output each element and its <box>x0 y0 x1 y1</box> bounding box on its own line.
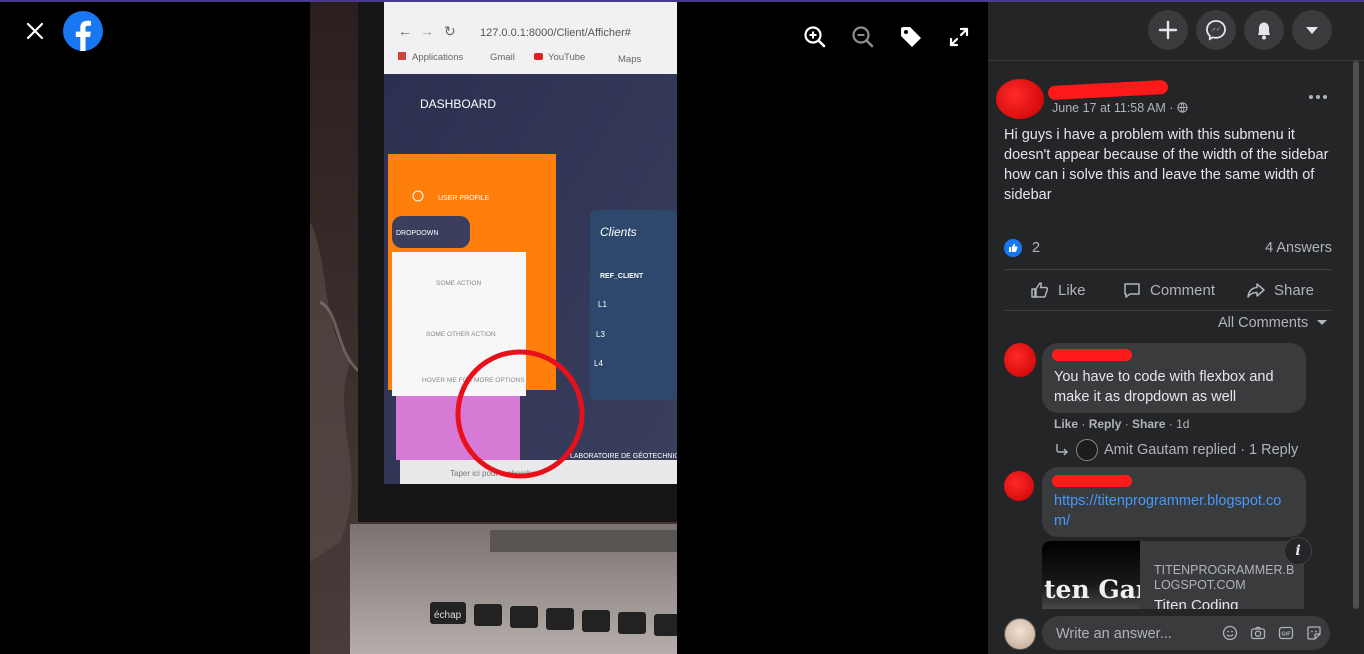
all-comments-label: All Comments <box>1218 315 1309 331</box>
author-avatar[interactable] <box>996 79 1044 119</box>
post-meta: June 17 at 11:58 AM · <box>1052 101 1188 115</box>
svg-text:Applications: Applications <box>412 52 463 63</box>
commenter-avatar[interactable] <box>1004 471 1034 501</box>
share-icon <box>1247 283 1265 298</box>
photo-url-text: 127.0.0.1:8000/Client/Afficher# <box>480 27 632 39</box>
comment-bubble: https://titenprogrammer.blogspot.com/ <box>1042 467 1306 537</box>
svg-text:SOME OTHER ACTION: SOME OTHER ACTION <box>426 331 496 338</box>
like-button[interactable]: Like <box>1030 272 1086 308</box>
answer-input[interactable] <box>1054 616 1218 652</box>
scrollbar[interactable] <box>1350 61 1362 609</box>
comment-share-link[interactable]: Share <box>1132 417 1165 431</box>
globe-icon <box>1177 102 1188 113</box>
svg-text:GIF: GIF <box>1281 632 1291 638</box>
post-photo: ← → ↻ 127.0.0.1:8000/Client/Afficher# Ap… <box>310 2 677 654</box>
svg-text:DROPDOWN: DROPDOWN <box>396 230 438 237</box>
comment-link[interactable]: https://titenprogrammer.blogspot.com/ <box>1054 491 1294 531</box>
post-date[interactable]: June 17 at 11:58 AM · <box>1052 101 1177 115</box>
comment-text: You have to code with flexbox and make i… <box>1054 369 1274 405</box>
answers-count[interactable]: 4 Answers <box>1265 240 1332 256</box>
svg-text:HOVER ME FOR MORE OPTIONS: HOVER ME FOR MORE OPTIONS <box>422 377 525 384</box>
svg-text:←: ← <box>398 23 412 39</box>
svg-text:Gmail: Gmail <box>490 52 515 63</box>
caret-down-icon <box>1317 320 1328 325</box>
fullscreen-icon[interactable] <box>946 24 972 50</box>
link-preview-domain: TITENPROGRAMMER.BLOGSPOT.COM <box>1154 563 1295 592</box>
svg-text:Clients: Clients <box>600 225 637 239</box>
info-icon[interactable]: i <box>1284 537 1312 565</box>
panel-header <box>988 2 1364 61</box>
comment-actions: Like · Reply · Share · 1d <box>1054 417 1190 431</box>
svg-text:↻: ↻ <box>444 23 456 39</box>
svg-text:échap: échap <box>434 610 462 621</box>
svg-text:L1: L1 <box>598 300 607 309</box>
current-user-avatar[interactable] <box>1004 618 1036 650</box>
messenger-icon[interactable] <box>1196 10 1236 50</box>
comment-like-link[interactable]: Like <box>1054 417 1078 431</box>
commenter-name-redacted[interactable] <box>1052 475 1132 487</box>
plus-icon[interactable] <box>1148 10 1188 50</box>
reactions-row: 2 4 Answers <box>1004 239 1332 259</box>
reply-arrow-icon <box>1056 444 1068 456</box>
comment-time[interactable]: 1d <box>1176 417 1189 431</box>
zoom-out-icon[interactable] <box>850 24 876 50</box>
replier-avatar[interactable] <box>1076 439 1098 461</box>
notifications-icon[interactable] <box>1244 10 1284 50</box>
comment-reply-link[interactable]: Reply <box>1089 417 1122 431</box>
divider <box>1004 269 1332 270</box>
svg-text:YouTube: YouTube <box>548 52 585 63</box>
like-count[interactable]: 2 <box>1032 240 1040 256</box>
sticker-icon[interactable] <box>1306 625 1322 641</box>
reply-summary: Amit Gautam replied · 1 Reply <box>1104 442 1299 458</box>
svg-text:DASHBOARD: DASHBOARD <box>420 97 496 111</box>
scroll-thumb[interactable] <box>1353 61 1359 609</box>
comment-label: Comment <box>1150 281 1216 299</box>
svg-text:REF_CLIENT: REF_CLIENT <box>600 273 644 280</box>
svg-text:L3: L3 <box>596 330 605 339</box>
gif-icon[interactable]: GIF <box>1278 625 1294 641</box>
answer-composer: GIF <box>988 609 1364 654</box>
answer-input-box[interactable]: GIF <box>1042 616 1330 652</box>
comment-button[interactable]: Comment <box>1122 272 1215 308</box>
close-icon[interactable] <box>22 18 48 44</box>
caret-down-icon[interactable] <box>1292 10 1332 50</box>
like-reaction-icon[interactable] <box>1004 239 1022 261</box>
camera-icon[interactable] <box>1250 625 1266 641</box>
thumbs-up-icon <box>1031 282 1049 298</box>
comment-bubble: You have to code with flexbox and make i… <box>1042 343 1306 413</box>
link-preview-image: ten Gam <box>1042 541 1140 609</box>
emoji-icon[interactable] <box>1222 625 1238 641</box>
commenter-avatar[interactable] <box>1004 343 1036 377</box>
share-button[interactable]: Share <box>1246 272 1314 308</box>
zoom-in-icon[interactable] <box>802 24 828 50</box>
svg-text:Maps: Maps <box>618 54 641 65</box>
post-text: Hi guys i have a problem with this subme… <box>1004 127 1329 203</box>
svg-text:USER PROFILE: USER PROFILE <box>438 195 490 202</box>
like-label: Like <box>1058 281 1086 299</box>
post-panel: June 17 at 11:58 AM · Hi guys i have a p… <box>988 2 1364 654</box>
commenter-name-redacted[interactable] <box>1052 349 1132 361</box>
svg-text:SOME ACTION: SOME ACTION <box>436 280 481 287</box>
view-replies[interactable]: Amit Gautam replied · 1 Reply <box>1054 439 1298 461</box>
facebook-logo-icon[interactable] <box>63 11 103 51</box>
share-label: Share <box>1274 281 1315 299</box>
all-comments-filter[interactable]: All Comments <box>1218 315 1328 331</box>
post-content: June 17 at 11:58 AM · Hi guys i have a p… <box>988 61 1364 609</box>
author-name-redacted[interactable] <box>1047 79 1169 101</box>
svg-text:L4: L4 <box>594 359 603 368</box>
link-preview-card[interactable]: ten Gam TITENPROGRAMMER.BLOGSPOT.COM Tit… <box>1042 541 1304 609</box>
comment-icon <box>1124 283 1140 298</box>
more-options-icon[interactable] <box>1304 87 1332 107</box>
link-preview-title: Titen Coding <box>1154 597 1239 609</box>
tag-icon[interactable] <box>898 24 924 50</box>
svg-text:→: → <box>420 23 434 39</box>
svg-text:LABORATOIRE DE GÉOTECHNIQUE: LABORATOIRE DE GÉOTECHNIQUE <box>570 451 677 460</box>
divider <box>1004 310 1332 311</box>
